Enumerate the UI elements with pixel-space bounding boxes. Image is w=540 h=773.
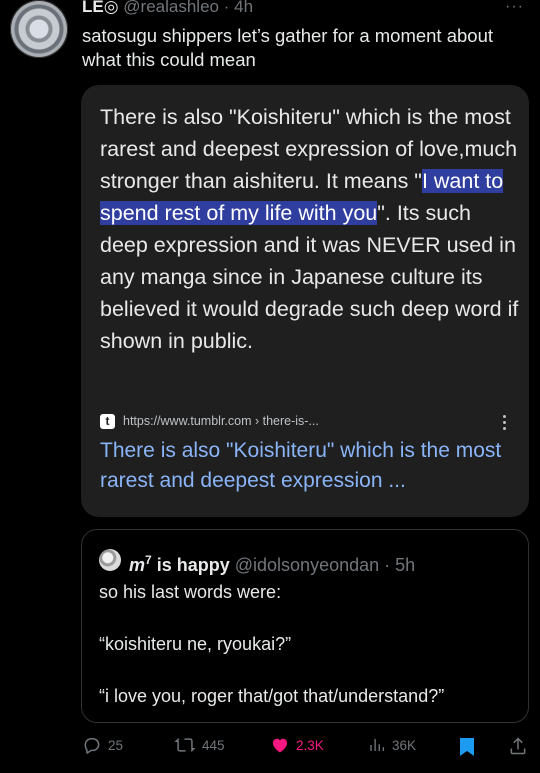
tumblr-icon: t	[100, 413, 115, 429]
quoted-header: m7 is happy @idolsonyeondan · 5h	[129, 553, 416, 575]
handle[interactable]: @realashleo	[123, 0, 219, 16]
source-url[interactable]: https://www.tumblr.com › there-is-...	[123, 414, 319, 428]
repost-count: 445	[202, 737, 225, 753]
link-title[interactable]: There is also "Koishiteru" which is the …	[100, 436, 520, 496]
quoted-tweet[interactable]: m7 is happy @idolsonyeondan · 5h so his …	[81, 529, 529, 723]
views-icon	[370, 739, 385, 751]
quoted-timestamp[interactable]: 5h	[395, 555, 415, 575]
reply-button[interactable]: 25	[82, 735, 123, 755]
quoted-handle[interactable]: @idolsonyeondan	[235, 555, 379, 575]
action-bar: 25 445 2.3K 36K	[0, 735, 540, 759]
display-name[interactable]: LE◎	[82, 0, 119, 16]
reply-count: 25	[108, 737, 124, 753]
quoted-display-name[interactable]: m7 is happy	[129, 553, 230, 575]
views-button[interactable]: 36K	[368, 735, 416, 755]
repost-icon	[174, 738, 196, 752]
quoted-line: so his last words were:	[99, 582, 282, 602]
timestamp[interactable]: 4h	[234, 0, 253, 16]
reply-icon	[84, 738, 100, 754]
views-count: 36K	[392, 737, 417, 753]
source-row[interactable]: t https://www.tumblr.com › there-is-...	[100, 411, 319, 431]
quoted-avatar[interactable]	[99, 549, 121, 571]
like-count: 2.3K	[296, 737, 324, 753]
tweet-text: satosugu shippers let’s gather for a mom…	[82, 25, 494, 70]
tweet-header: LE◎ @realashleo · 4h	[82, 0, 253, 18]
share-icon[interactable]	[508, 736, 528, 756]
quoted-line: “koishiteru ne, ryoukai?”	[99, 634, 292, 654]
avatar[interactable]	[10, 0, 68, 58]
heart-icon	[272, 738, 288, 753]
quoted-line: “i love you, roger that/got that/underst…	[99, 686, 445, 706]
search-snippet-card[interactable]: There is also "Koishiteru" which is the …	[81, 85, 529, 517]
like-button[interactable]: 2.3K	[270, 735, 324, 755]
kebab-menu-icon[interactable]	[503, 415, 507, 433]
snippet-text: There is also "Koishiteru" which is the …	[100, 101, 520, 357]
more-icon[interactable]: ···	[505, 0, 524, 15]
bookmark-icon[interactable]	[458, 737, 476, 757]
repost-button[interactable]: 445	[174, 735, 225, 755]
